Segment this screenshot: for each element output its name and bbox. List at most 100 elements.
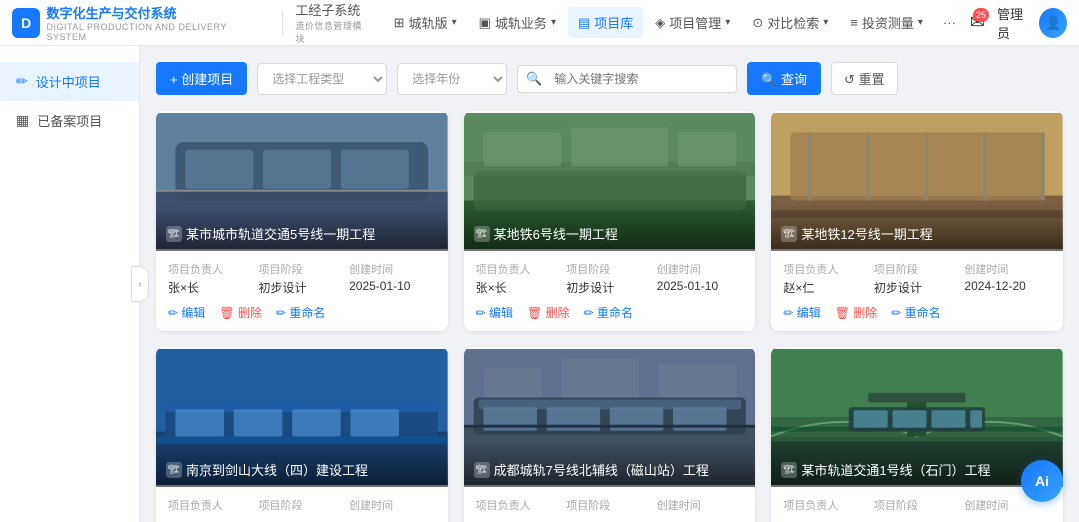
nav-item-manage[interactable]: ◈ 项目管理 ▾ [645, 7, 740, 38]
nav-more[interactable]: ··· [935, 9, 964, 36]
delete-action[interactable]: 🗑 删除 [835, 304, 878, 321]
time-label: 创建时间 [964, 261, 1051, 277]
card-actions: ✏ 编辑 🗑 删除 ✏ 重命名 [476, 304, 744, 321]
consult-icon: ≡ [850, 15, 858, 30]
meta-owner: 项目负责人 张×长 [168, 261, 255, 296]
ai-label: Ai [1035, 473, 1049, 489]
search-wrap: 🔍 [517, 65, 737, 93]
chevron-down-icon: ▾ [725, 17, 730, 28]
bell-button[interactable]: ✉ 25 [970, 12, 985, 33]
meta-owner: 项目负责人 赵×仁 [783, 261, 870, 296]
card-title-icon: 🏗 [166, 462, 182, 478]
card-title-overlay: 🏗 成都城轨7号线北辅线（磁山站）工程 [464, 440, 756, 487]
meta-time: 创建时间 [349, 497, 436, 515]
rail-icon: ▣ [479, 15, 491, 31]
meta-time: 创建时间 [657, 497, 744, 515]
project-card: 🏗 成都城轨7号线北辅线（磁山站）工程 项目负责人 项目阶段 创建时间 [464, 347, 756, 522]
time-label: 创建时间 [349, 261, 436, 277]
edit-action[interactable]: ✏ 编辑 [783, 304, 820, 321]
rename-action[interactable]: ✏ 重命名 [276, 304, 325, 321]
sidebar-label-design: 设计中项目 [36, 72, 101, 91]
logo-icon: D [12, 8, 40, 38]
card-title-overlay: 🏗 某地铁6号线一期工程 [464, 204, 756, 251]
phase-label: 项目阶段 [259, 497, 346, 513]
card-body: 项目负责人 张×长 项目阶段 初步设计 创建时间 2025-01-10 ✏ 编辑… [464, 251, 756, 331]
nav-item-rail[interactable]: ▣ 城轨业务 ▾ [469, 7, 566, 38]
card-image: 🏗 某市轨道交通1号线（石门）工程 [771, 347, 1063, 487]
ai-assistant-button[interactable]: Ai [1021, 460, 1063, 502]
project-card-grid: 🏗 某市城市轨道交通5号线一期工程 项目负责人 张×长 项目阶段 初步设计 创建… [156, 111, 1063, 522]
nav-label-rail: 城轨业务 [495, 13, 547, 32]
search-input[interactable] [550, 66, 736, 92]
card-title-overlay: 🏗 南京到剑山大线（四）建设工程 [156, 440, 448, 487]
rename-action[interactable]: ✏ 重命名 [891, 304, 940, 321]
card-title: 南京到剑山大线（四）建设工程 [186, 460, 368, 479]
card-meta: 项目负责人 项目阶段 创建时间 [168, 497, 436, 515]
sidebar: ✏ 设计中项目 ▦ 已备案项目 ‹ [0, 46, 140, 522]
project-card: 🏗 某市城市轨道交通5号线一期工程 项目负责人 张×长 项目阶段 初步设计 创建… [156, 111, 448, 331]
phase-label: 项目阶段 [566, 261, 653, 277]
card-image: 🏗 某地铁6号线一期工程 [464, 111, 756, 251]
card-title: 某市城市轨道交通5号线一期工程 [186, 224, 375, 243]
meta-phase: 项目阶段 初步设计 [874, 261, 961, 296]
owner-label: 项目负责人 [783, 261, 870, 277]
card-body: 项目负责人 张×长 项目阶段 初步设计 创建时间 2025-01-10 ✏ 编辑… [156, 251, 448, 331]
rename-action[interactable]: ✏ 重命名 [584, 304, 633, 321]
meta-time: 创建时间 2024-12-20 [964, 261, 1051, 296]
meta-phase: 项目阶段 [874, 497, 961, 515]
nav-label-projects: 项目库 [594, 13, 633, 32]
card-image: 🏗 南京到剑山大线（四）建设工程 [156, 347, 448, 487]
phase-value: 初步设计 [259, 279, 346, 296]
owner-value: 张×长 [168, 279, 255, 296]
top-nav: D 数字化生产与交付系统 DIGITAL PRODUCTION AND DELI… [0, 0, 1079, 46]
toolbar: + 创建项目 选择工程类型 选择年份 🔍 🔍 查询 ↺ 重置 [156, 62, 1063, 95]
owner-label: 项目负责人 [476, 497, 563, 513]
logo-sub: DIGITAL PRODUCTION AND DELIVERY SYSTEM [46, 22, 258, 42]
sidebar-label-archive: 已备案项目 [37, 111, 102, 130]
meta-phase: 项目阶段 初步设计 [566, 261, 653, 296]
search-icon: 🔍 [518, 71, 550, 87]
card-title-overlay: 🏗 某市城市轨道交通5号线一期工程 [156, 204, 448, 251]
nav-item-projects[interactable]: ▤ 项目库 [568, 7, 643, 38]
query-button[interactable]: 🔍 查询 [747, 62, 821, 95]
card-title: 成都城轨7号线北辅线（磁山站）工程 [494, 460, 709, 479]
sidebar-item-design[interactable]: ✏ 设计中项目 [0, 62, 139, 101]
time-label: 创建时间 [349, 497, 436, 513]
phase-label: 项目阶段 [566, 497, 653, 513]
card-title: 某地铁6号线一期工程 [494, 224, 618, 243]
nav-item-compare[interactable]: ⊙ 对比检索 ▾ [742, 7, 838, 38]
user-area[interactable]: 管理员 👤 [997, 4, 1067, 42]
nav-label-manage: 项目管理 [669, 13, 721, 32]
project-card: 🏗 南京到剑山大线（四）建设工程 项目负责人 项目阶段 创建时间 [156, 347, 448, 522]
nav-item-edition[interactable]: ⊞ 城轨版 ▾ [384, 7, 467, 38]
main-content: + 创建项目 选择工程类型 选择年份 🔍 🔍 查询 ↺ 重置 [140, 46, 1079, 522]
edit-action[interactable]: ✏ 编辑 [168, 304, 205, 321]
card-title: 某市轨道交通1号线（石门）工程 [801, 460, 990, 479]
meta-time: 创建时间 2025-01-10 [657, 261, 744, 296]
app-layout: ✏ 设计中项目 ▦ 已备案项目 ‹ + 创建项目 选择工程类型 选择年份 🔍 🔍… [0, 46, 1079, 522]
sidebar-item-archive[interactable]: ▦ 已备案项目 [0, 101, 139, 140]
nav-item-consult[interactable]: ≡ 投资测量 ▾ [840, 7, 933, 38]
owner-label: 项目负责人 [168, 261, 255, 277]
create-project-button[interactable]: + 创建项目 [156, 62, 247, 95]
chevron-down-icon: ▾ [452, 17, 457, 28]
card-title-overlay: 🏗 某市轨道交通1号线（石门）工程 [771, 440, 1063, 487]
edit-action[interactable]: ✏ 编辑 [476, 304, 513, 321]
nav-label-consult: 投资测量 [862, 13, 914, 32]
compare-icon: ⊙ [752, 15, 763, 31]
system-name-area: 工经子系统 造价信息管理模块 [295, 0, 367, 45]
meta-time: 创建时间 2025-01-10 [349, 261, 436, 296]
phase-label: 项目阶段 [259, 261, 346, 277]
delete-action[interactable]: 🗑 删除 [219, 304, 262, 321]
card-title-icon: 🏗 [781, 462, 797, 478]
owner-label: 项目负责人 [168, 497, 255, 513]
user-avatar: 👤 [1039, 8, 1067, 38]
system-sub: 造价信息管理模块 [295, 19, 367, 45]
filter-type-select[interactable]: 选择工程类型 [257, 63, 387, 95]
delete-action[interactable]: 🗑 删除 [527, 304, 570, 321]
project-card: 🏗 某市轨道交通1号线（石门）工程 项目负责人 项目阶段 创建时间 [771, 347, 1063, 522]
filter-year-select[interactable]: 选择年份 [397, 63, 507, 95]
reset-button[interactable]: ↺ 重置 [831, 62, 898, 95]
card-image: 🏗 某地铁12号线一期工程 [771, 111, 1063, 251]
sidebar-collapse-btn[interactable]: ‹ [131, 266, 149, 302]
